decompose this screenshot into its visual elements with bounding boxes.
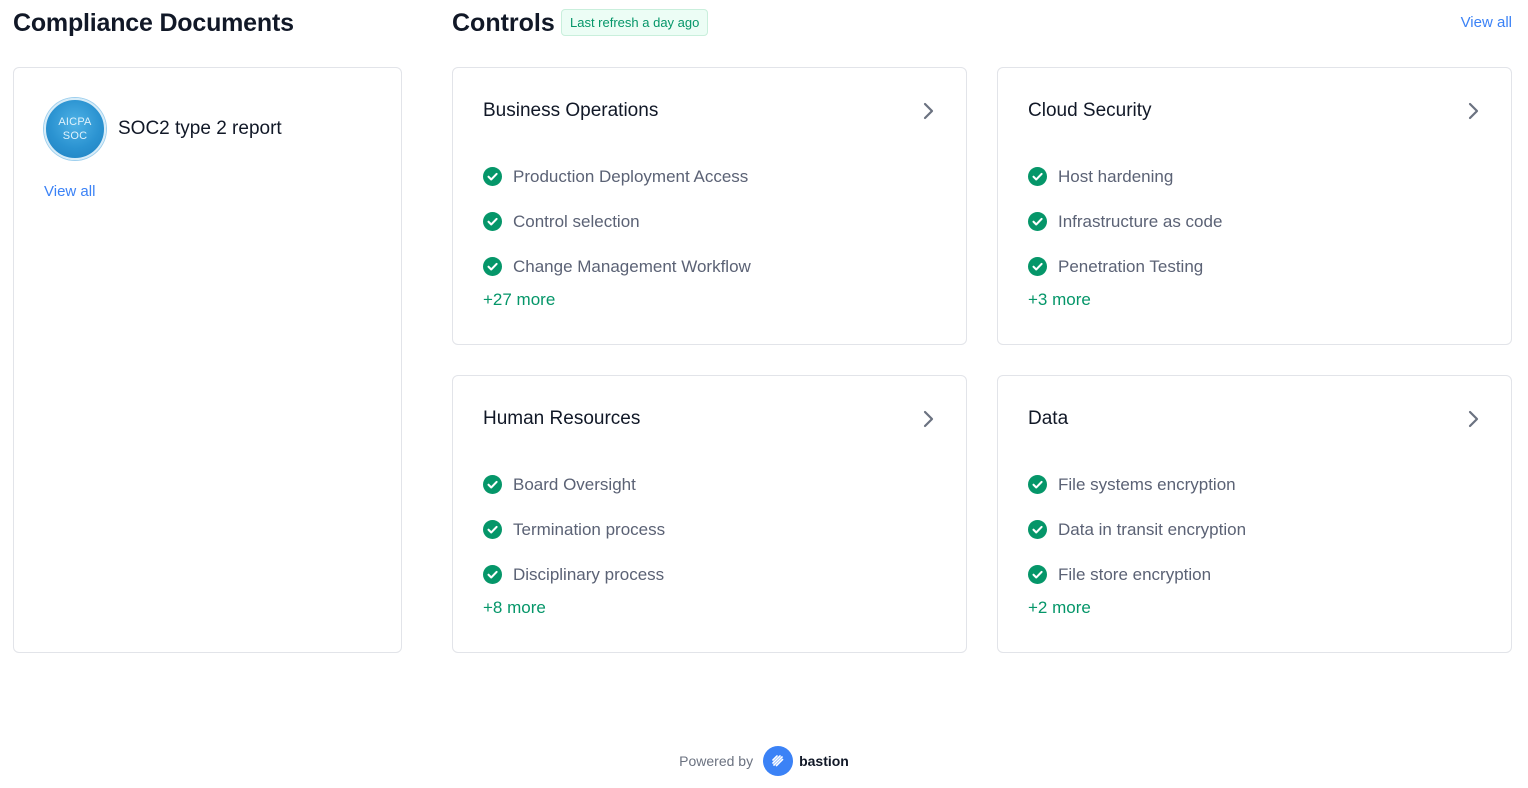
check-circle-icon bbox=[483, 167, 502, 186]
check-circle-icon bbox=[483, 565, 502, 584]
chevron-right-icon[interactable] bbox=[922, 101, 936, 121]
controls-view-all-link[interactable]: View all bbox=[1461, 14, 1512, 31]
compliance-documents-title: Compliance Documents bbox=[13, 9, 294, 37]
control-item-label: Infrastructure as code bbox=[1058, 211, 1223, 231]
control-list: Board Oversight Termination process Disc… bbox=[483, 462, 665, 597]
check-circle-icon bbox=[1028, 167, 1047, 186]
dashboard: Compliance Documents AICPA SOC SOC2 type… bbox=[0, 0, 1528, 788]
check-circle-icon bbox=[483, 257, 502, 276]
chevron-right-icon[interactable] bbox=[922, 409, 936, 429]
control-item: Disciplinary process bbox=[483, 552, 665, 597]
control-list: Host hardening Infrastructure as code Pe… bbox=[1028, 154, 1222, 289]
document-item-soc2[interactable]: AICPA SOC SOC2 type 2 report bbox=[44, 98, 282, 160]
controls-title: Controls bbox=[452, 9, 555, 37]
chevron-right-icon[interactable] bbox=[1467, 101, 1481, 121]
check-circle-icon bbox=[483, 475, 502, 494]
check-circle-icon bbox=[1028, 565, 1047, 584]
control-list: Production Deployment Access Control sel… bbox=[483, 154, 751, 289]
control-item: Production Deployment Access bbox=[483, 154, 751, 199]
control-item: Infrastructure as code bbox=[1028, 199, 1222, 244]
control-card-title: Cloud Security bbox=[1028, 100, 1152, 121]
powered-by-label: Powered by bbox=[679, 753, 754, 769]
last-refresh-badge: Last refresh a day ago bbox=[561, 9, 709, 36]
control-item: Data in transit encryption bbox=[1028, 507, 1246, 552]
check-circle-icon bbox=[1028, 257, 1047, 276]
control-item: Control selection bbox=[483, 199, 751, 244]
control-card-title: Data bbox=[1028, 408, 1069, 429]
chevron-right-icon[interactable] bbox=[1467, 409, 1481, 429]
control-item-label: File store encryption bbox=[1058, 564, 1212, 584]
check-circle-icon bbox=[1028, 212, 1047, 231]
control-card-cloud-security[interactable]: Cloud Security Host hardening Infrastruc… bbox=[997, 67, 1512, 345]
check-circle-icon bbox=[1028, 520, 1047, 539]
check-circle-icon bbox=[483, 212, 502, 231]
control-item: Penetration Testing bbox=[1028, 244, 1222, 289]
control-item: Termination process bbox=[483, 507, 665, 552]
control-item-label: Host hardening bbox=[1058, 166, 1174, 186]
control-item-label: Change Management Workflow bbox=[513, 256, 751, 276]
brand-name[interactable]: bastion bbox=[799, 753, 849, 769]
control-item-label: Production Deployment Access bbox=[513, 166, 749, 186]
more-controls-link[interactable]: +2 more bbox=[1028, 598, 1091, 618]
control-card-title: Business Operations bbox=[483, 100, 659, 121]
control-item-label: Disciplinary process bbox=[513, 564, 665, 584]
compliance-documents-card: AICPA SOC SOC2 type 2 report View all bbox=[13, 67, 402, 653]
control-item: Board Oversight bbox=[483, 462, 665, 507]
control-item: Change Management Workflow bbox=[483, 244, 751, 289]
control-item-label: Board Oversight bbox=[513, 474, 636, 494]
more-controls-link[interactable]: +27 more bbox=[483, 290, 555, 310]
check-circle-icon bbox=[1028, 475, 1047, 494]
document-name[interactable]: SOC2 type 2 report bbox=[118, 118, 282, 140]
documents-view-all-link[interactable]: View all bbox=[44, 183, 95, 200]
more-controls-link[interactable]: +3 more bbox=[1028, 290, 1091, 310]
control-item-label: File systems encryption bbox=[1058, 474, 1236, 494]
control-card-title: Human Resources bbox=[483, 408, 641, 429]
control-card-data[interactable]: Data File systems encryption Data in tra… bbox=[997, 375, 1512, 653]
control-item: Host hardening bbox=[1028, 154, 1222, 199]
check-circle-icon bbox=[483, 520, 502, 539]
badge-line-1: AICPA bbox=[58, 116, 92, 128]
control-list: File systems encryption Data in transit … bbox=[1028, 462, 1246, 597]
control-item-label: Termination process bbox=[513, 519, 666, 539]
aicpa-soc-badge-icon: AICPA SOC bbox=[44, 98, 106, 160]
bastion-logo-icon bbox=[763, 746, 794, 776]
control-item-label: Control selection bbox=[513, 211, 640, 231]
more-controls-link[interactable]: +8 more bbox=[483, 598, 546, 618]
badge-line-2: SOC bbox=[62, 130, 88, 142]
control-item: File systems encryption bbox=[1028, 462, 1246, 507]
powered-by-footer: Powered by bastion bbox=[0, 746, 1528, 776]
control-item-label: Penetration Testing bbox=[1058, 256, 1204, 276]
control-card-human-resources[interactable]: Human Resources Board Oversight Terminat… bbox=[452, 375, 967, 653]
control-item-label: Data in transit encryption bbox=[1058, 519, 1247, 539]
control-item: File store encryption bbox=[1028, 552, 1246, 597]
control-card-business-operations[interactable]: Business Operations Production Deploymen… bbox=[452, 67, 967, 345]
